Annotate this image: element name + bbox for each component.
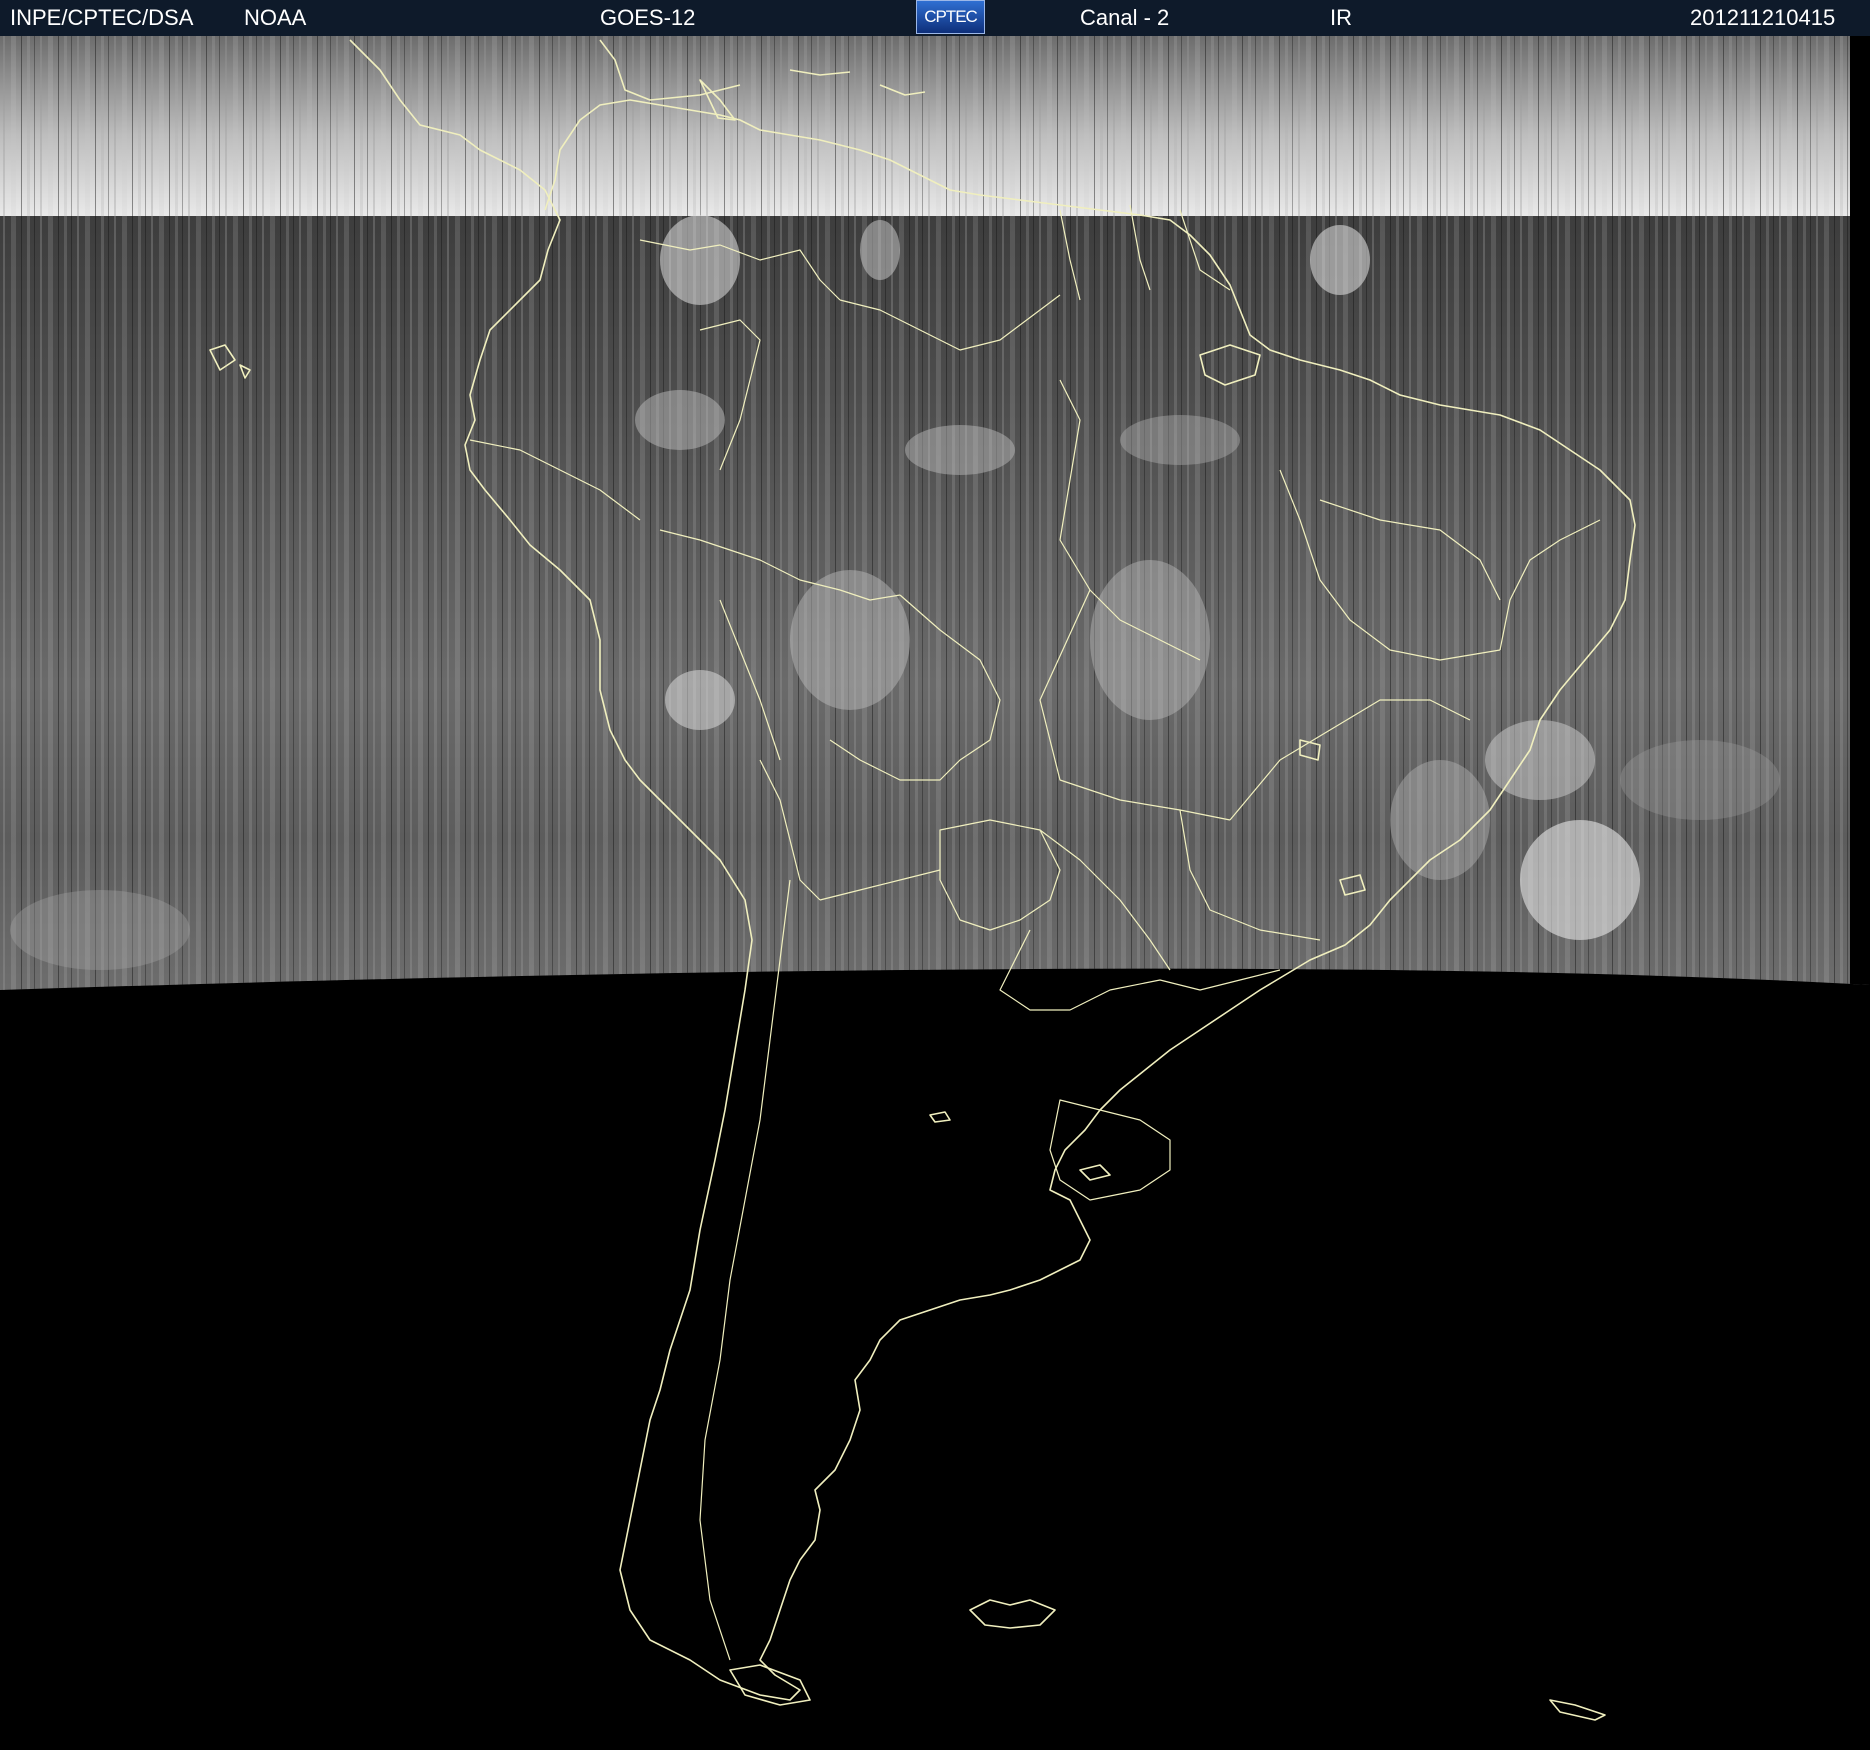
timestamp-label: 201211210415 xyxy=(1690,5,1836,30)
lake xyxy=(1079,1164,1111,1181)
cptec-logo: CPTEC xyxy=(916,0,985,34)
south-georgia-island xyxy=(1549,1699,1606,1721)
border-uruguay xyxy=(1049,1099,1171,1201)
band-label: IR xyxy=(1330,5,1352,30)
org-label: INPE/CPTEC/DSA xyxy=(10,5,194,30)
channel-label: Canal - 2 xyxy=(1080,5,1170,30)
lake xyxy=(929,1111,951,1123)
falkland-islands xyxy=(969,1599,1056,1629)
cloud-imagery xyxy=(0,36,1870,990)
agency-label: NOAA xyxy=(244,5,307,30)
satellite-label: GOES-12 xyxy=(600,5,696,30)
image-header-bar: INPE/CPTEC/DSA NOAA GOES-12 CPTEC Canal … xyxy=(0,0,1870,37)
satellite-map xyxy=(0,36,1870,1721)
border-chile-argentina xyxy=(699,879,791,1661)
